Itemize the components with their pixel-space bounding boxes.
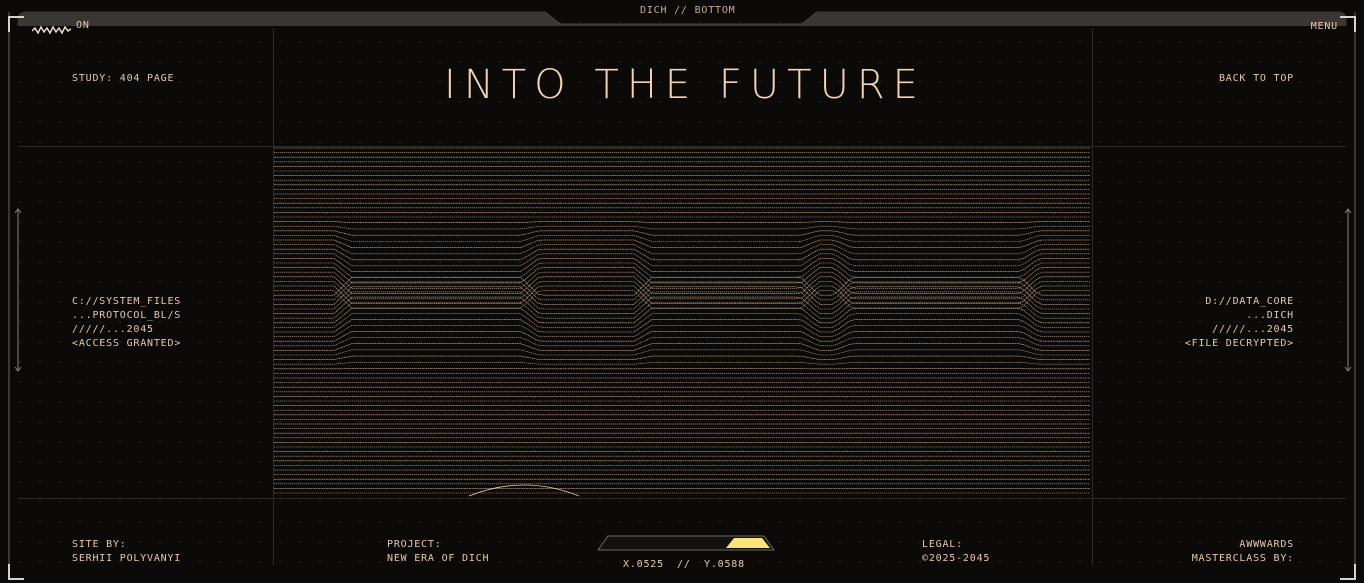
corner-bracket [8,16,24,32]
scanline [274,267,1090,284]
right-info-line: <FILE DECRYPTED> [1184,338,1294,349]
row-divider [18,498,1346,499]
legal-value: ©2025-2045 [922,553,991,564]
scanline [274,271,1090,289]
scanline [274,244,1090,255]
project-label: PROJECT: [387,539,442,550]
left-info-line: /////...2045 [72,324,154,335]
scanline [274,225,1090,230]
study-label: STUDY: 404 PAGE [72,73,175,84]
column-divider [1092,28,1093,565]
left-info-block: C://SYSTEM_FILES ...PROTOCOL_BL/S /////.… [72,295,181,351]
scanline [274,355,1090,360]
legal-label: LEGAL: [922,539,963,550]
left-scroll-indicator[interactable] [14,208,22,372]
right-info-line: /////...2045 [1212,324,1294,335]
scanline [274,291,1090,310]
scanline [274,281,1090,300]
waveform-icon [31,25,72,35]
left-info-line: C://SYSTEM_FILES [72,296,182,307]
project-value: NEW ERA OF DICH [387,553,490,564]
corner-bracket [1340,16,1356,32]
scanline [274,286,1090,305]
scanline [274,331,1090,342]
coord-y: Y.0588 [704,559,745,570]
site-by-link[interactable]: SERHII POLYVANYI [72,552,181,566]
scanline [274,319,1090,333]
coordinate-panel: X.0525 // Y.0588 [596,532,776,572]
scanline [274,258,1090,272]
scanline [274,235,1090,242]
scanline [274,262,1090,278]
corner-bracket [1340,564,1356,580]
coord-separator: // [677,559,691,570]
scanline [274,325,1090,337]
coordinate-tab [597,535,775,551]
scanline [274,239,1090,248]
scanline-arc [468,484,580,497]
scanline [274,307,1090,324]
scanline-404-graphic[interactable] [274,144,1092,498]
left-info-line: <ACCESS GRANTED> [72,338,182,349]
left-info-line: ...PROTOCOL_BL/S [72,310,182,321]
scanline [274,221,1090,223]
top-center-label: DICH // BOTTOM [640,5,736,16]
scanline [274,343,1090,351]
scanline [274,248,1090,261]
scanline [274,230,1090,236]
page-title: INTO THE FUTURE [444,62,926,108]
coord-x: X.0525 [623,559,664,570]
site-by-label: SITE BY: [72,539,127,550]
sound-toggle[interactable]: ON [31,20,89,39]
corner-bracket [8,564,24,580]
scanline [274,362,1090,365]
scanline [274,302,1090,319]
menu-button[interactable]: MENU [1290,20,1338,34]
scanline [274,276,1090,296]
masterclass-label: MASTERCLASS BY: [1191,553,1294,564]
scanline [274,296,1090,314]
scanline [274,349,1090,356]
right-info-block: D://DATA_CORE ...DICH /////...2045 <FILE… [1120,295,1294,351]
right-info-line: D://DATA_CORE [1205,296,1294,307]
sound-toggle-label: ON [76,20,90,31]
scanline [274,337,1090,347]
right-info-line: ...DICH [1246,310,1294,321]
right-scroll-indicator[interactable] [1344,208,1352,372]
back-to-top-link[interactable]: BACK TO TOP [1150,72,1294,86]
awwwards-link[interactable]: AWWWARDS [1150,538,1294,552]
scanline [274,276,1090,294]
